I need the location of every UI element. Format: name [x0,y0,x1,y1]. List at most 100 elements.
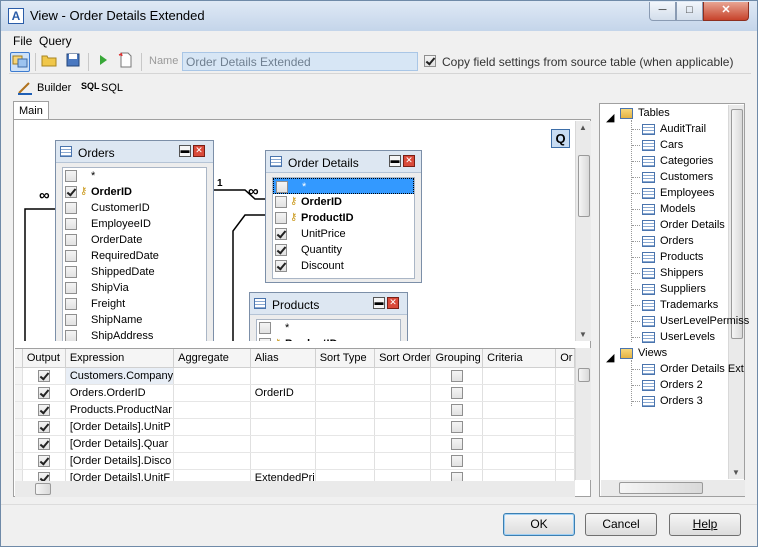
tree-item-table[interactable]: Orders [642,235,694,247]
grouping-cell[interactable] [430,418,484,436]
grid-column-header[interactable]: Criteria [482,349,557,368]
tree-item-table[interactable]: Employees [642,187,714,199]
row-selector[interactable] [15,435,23,453]
criteria-cell[interactable] [482,401,557,419]
sort-type-cell[interactable] [315,452,376,470]
grid-scrollbar[interactable] [575,348,591,480]
grid-column-header[interactable]: Expression [65,349,175,368]
field-checkbox[interactable] [65,186,77,198]
alias-cell[interactable]: OrderID [250,384,316,402]
field-checkbox[interactable] [65,218,77,230]
grouping-cell[interactable] [430,384,484,402]
sort-order-cell[interactable] [374,452,432,470]
diagram-canvas[interactable]: ∞ 1 ∞ Q Orders ▬ ✕ * ⚷ OrderID CustomerID Em… [15,121,575,341]
or-cell[interactable] [555,435,575,453]
output-checkbox[interactable] [37,369,50,382]
tree-item-view[interactable]: Orders 2 [642,379,703,391]
tree-item-table[interactable]: Models [642,203,695,215]
alias-cell[interactable] [250,452,316,470]
expression-cell[interactable]: [Order Details].Quar [65,435,175,453]
name-input[interactable] [182,52,418,71]
field-row[interactable]: Freight [63,296,206,312]
cancel-button[interactable]: Cancel [585,513,657,536]
field-row[interactable]: EmployeeID [63,216,206,232]
field-checkbox[interactable] [275,212,287,224]
grouping-cell[interactable] [430,401,484,419]
aggregate-cell[interactable] [173,367,251,385]
tree-item-table[interactable]: AuditTrail [642,123,706,135]
row-selector[interactable] [15,418,23,436]
tree-item-table[interactable]: Shippers [642,267,703,279]
field-row[interactable]: ⚷ProductID [273,210,414,226]
sort-order-cell[interactable] [374,401,432,419]
run-icon[interactable] [93,52,113,72]
or-cell[interactable] [555,401,575,419]
or-cell[interactable] [555,418,575,436]
scroll-down-icon[interactable]: ▼ [579,330,587,339]
grid-column-header[interactable]: Alias [250,349,316,368]
field-checkbox[interactable] [65,170,77,182]
aggregate-cell[interactable] [173,452,251,470]
grouping-checkbox[interactable] [450,403,463,416]
q-button[interactable]: Q [551,129,570,148]
minimize-table-icon[interactable]: ▬ [373,297,385,309]
sort-type-cell[interactable] [315,384,376,402]
expression-cell[interactable]: [Order Details].UnitP [65,418,175,436]
grid-row[interactable]: Orders.OrderID OrderID [15,384,575,402]
grid-row[interactable]: Products.ProductNar [15,401,575,419]
scroll-thumb[interactable] [731,109,743,339]
grid-horizontal-scrollbar[interactable] [15,481,575,497]
grouping-checkbox[interactable] [450,437,463,450]
grouping-checkbox[interactable] [450,454,463,467]
sort-order-cell[interactable] [374,418,432,436]
grid-column-header[interactable]: Aggregate [173,349,251,368]
close-table-icon[interactable]: ✕ [403,155,415,167]
row-selector[interactable] [15,384,23,402]
grid-column-header[interactable]: Grouping [430,349,484,368]
field-row[interactable]: ⚷ OrderID [273,194,414,210]
grouping-checkbox[interactable] [450,420,463,433]
or-cell[interactable] [555,452,575,470]
tab-main[interactable]: Main [13,101,49,120]
grid-row[interactable]: [Order Details].UnitP [15,418,575,436]
tree-item-table[interactable]: Products [642,251,703,263]
expression-cell[interactable]: [Order Details].Disco [65,452,175,470]
field-row[interactable]: OrderDate [63,232,206,248]
tree-item-view[interactable]: Order Details Ext [642,363,744,375]
ok-button[interactable]: OK [503,513,575,536]
close-table-icon[interactable]: ✕ [387,297,399,309]
field-row[interactable]: ⚷ OrderID [63,184,206,200]
save-icon[interactable] [63,52,83,72]
field-checkbox[interactable] [275,260,287,272]
output-checkbox[interactable] [37,403,50,416]
canvas-scrollbar[interactable]: ▲ ▼ [575,121,591,341]
output-cell[interactable] [22,435,66,453]
or-cell[interactable] [555,367,575,385]
field-row[interactable]: ShipName [63,312,206,328]
criteria-cell[interactable] [482,452,557,470]
sort-type-cell[interactable] [315,367,376,385]
output-checkbox[interactable] [37,420,50,433]
aggregate-cell[interactable] [173,418,251,436]
tab-sql[interactable]: SQL SQL [77,78,125,98]
new-document-icon[interactable] [116,52,136,72]
grid-column-header[interactable]: Output [22,349,66,368]
sort-order-cell[interactable] [374,384,432,402]
minimize-table-icon[interactable]: ▬ [389,155,401,167]
close-button[interactable]: ✕ [703,2,749,21]
sort-type-cell[interactable] [315,401,376,419]
collapse-icon[interactable]: ◢ [606,351,614,364]
criteria-cell[interactable] [482,367,557,385]
collapse-icon[interactable]: ◢ [606,111,614,124]
output-checkbox[interactable] [37,454,50,467]
field-checkbox[interactable] [65,266,77,278]
scroll-thumb[interactable] [619,482,703,494]
close-table-icon[interactable]: ✕ [193,145,205,157]
grouping-cell[interactable] [430,367,484,385]
alias-cell[interactable] [250,401,316,419]
minimize-button[interactable]: ─ [649,2,676,21]
scroll-thumb[interactable] [578,368,590,382]
help-button[interactable]: Help [669,513,741,536]
menu-query[interactable]: Query [39,34,72,48]
grid-column-header[interactable]: Sort Order [374,349,432,368]
